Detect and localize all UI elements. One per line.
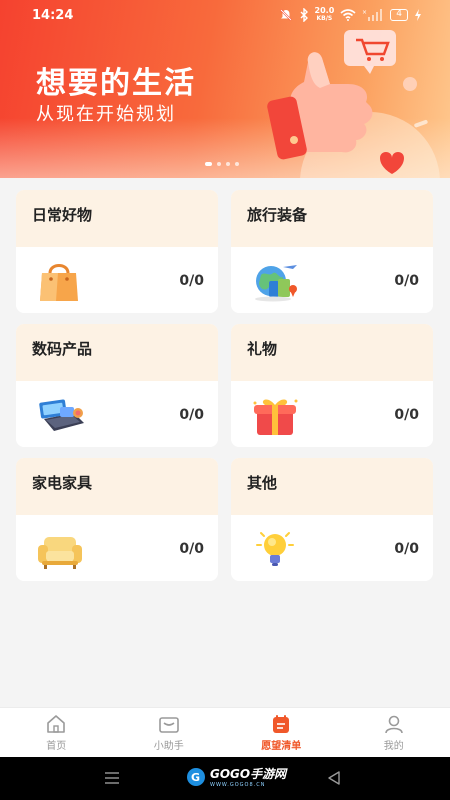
category-card-other[interactable]: 其他 0/0 (231, 458, 433, 581)
charging-icon (415, 9, 421, 21)
category-count: 0/0 (179, 541, 204, 557)
laptop-icon (39, 399, 84, 431)
pagination-dot[interactable] (217, 162, 221, 166)
watermark-logo: G GOGO手游网 WWW.GOGO8.CN (186, 765, 286, 788)
mute-icon (279, 9, 292, 21)
profile-icon (384, 715, 403, 733)
category-title: 数码产品 (16, 324, 218, 381)
assistant-box-icon (158, 716, 179, 733)
wifi-icon (340, 9, 356, 21)
category-card-gift[interactable]: 礼物 0/0 (231, 324, 433, 447)
category-card-digital[interactable]: 数码产品 0/0 (16, 324, 218, 447)
category-count: 0/0 (179, 407, 204, 423)
banner[interactable]: 14:24 20.0 KB/S × 4 想要的生活 从现在开始规划 (0, 0, 450, 178)
wishlist-calendar-icon (273, 714, 290, 733)
tab-label: 首页 (46, 740, 67, 752)
watermark-text: GOGO手游网 (210, 767, 287, 781)
category-title: 家电家具 (16, 458, 218, 515)
tab-wishlist[interactable]: 愿望清单 (225, 708, 338, 757)
category-title: 旅行装备 (231, 190, 433, 247)
pagination-dot[interactable] (235, 162, 239, 166)
svg-text:G: G (191, 771, 200, 784)
sofa-icon (38, 537, 82, 569)
pagination-dot-active[interactable] (205, 162, 212, 166)
lightbulb-icon (256, 532, 294, 566)
watermark-subtext: WWW.GOGO8.CN (210, 782, 266, 788)
tab-label: 小助手 (153, 740, 184, 752)
category-count: 0/0 (394, 407, 419, 423)
category-title: 礼物 (231, 324, 433, 381)
status-icons: 20.0 KB/S × 4 (279, 7, 422, 23)
back-triangle-icon[interactable] (326, 770, 342, 786)
tab-label: 愿望清单 (261, 740, 302, 752)
status-time: 14:24 (32, 7, 74, 23)
category-count: 0/0 (394, 273, 419, 289)
thumbs-up-illustration (267, 30, 440, 178)
banner-subtitle: 从现在开始规划 (36, 104, 176, 125)
category-title: 其他 (231, 458, 433, 515)
status-bar: 14:24 20.0 KB/S × 4 (0, 0, 450, 30)
home-icon (47, 714, 66, 733)
signal-icon: × (362, 9, 383, 21)
gogo-logo-icon: G (187, 767, 205, 786)
network-speed: 20.0 KB/S (314, 6, 335, 23)
category-title: 日常好物 (16, 190, 218, 247)
bluetooth-icon (300, 8, 308, 22)
pagination-dot[interactable] (226, 162, 230, 166)
tab-profile[interactable]: 我的 (338, 708, 450, 757)
shopping-bag-icon (40, 264, 78, 301)
category-card-daily[interactable]: 日常好物 0/0 (16, 190, 218, 313)
banner-pagination (205, 162, 239, 166)
travel-luggage-icon (255, 265, 297, 302)
category-card-travel[interactable]: 旅行装备 0/0 (231, 190, 433, 313)
system-nav-bar: G GOGO手游网 WWW.GOGO8.CN (0, 757, 450, 800)
menu-icon[interactable] (104, 772, 120, 784)
category-count: 0/0 (179, 273, 204, 289)
battery-indicator: 4 (390, 9, 408, 21)
category-card-appliance[interactable]: 家电家具 0/0 (16, 458, 218, 581)
tab-assistant[interactable]: 小助手 (113, 708, 226, 757)
gift-box-icon (253, 399, 298, 435)
svg-text:×: × (362, 9, 367, 16)
banner-title: 想要的生活 (36, 66, 196, 101)
bottom-tab-bar: 首页 小助手 愿望清单 我的 (0, 707, 450, 757)
tab-home[interactable]: 首页 (0, 708, 113, 757)
tab-label: 我的 (383, 740, 404, 752)
cart-bubble-icon (344, 30, 396, 74)
category-count: 0/0 (394, 541, 419, 557)
